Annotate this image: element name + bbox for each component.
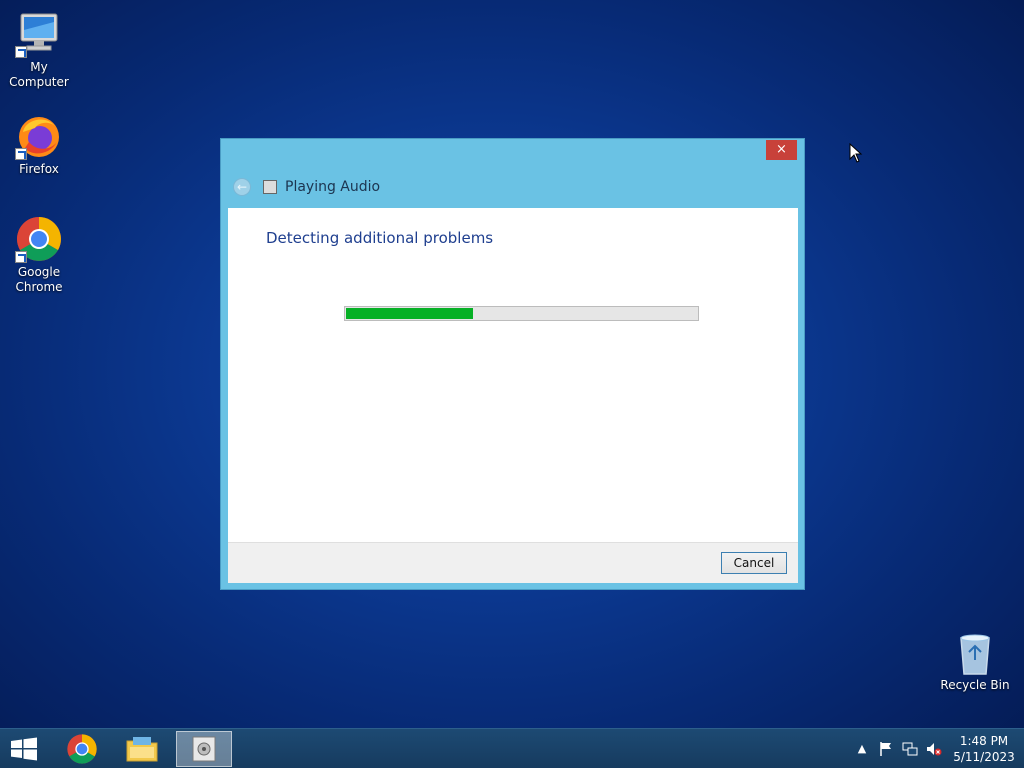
recycle-bin-icon: [955, 632, 995, 676]
shortcut-arrow-icon: [15, 251, 27, 263]
taskbar-file-explorer[interactable]: [114, 731, 170, 767]
chrome-icon: [67, 734, 97, 764]
clock-time: 1:48 PM: [959, 734, 1009, 748]
taskbar-troubleshooter[interactable]: [176, 731, 232, 767]
dialog-title-bar: ← Playing Audio: [233, 176, 380, 198]
progress-bar-fill: [346, 308, 473, 319]
desktop-icon-label: Recycle Bin: [940, 678, 1010, 692]
desktop-icon-label: Google Chrome: [15, 265, 63, 294]
back-arrow-icon[interactable]: ←: [233, 178, 251, 196]
shortcut-arrow-icon: [15, 46, 27, 58]
network-icon[interactable]: [902, 741, 918, 757]
progress-bar: [344, 306, 699, 321]
troubleshooter-icon: [263, 180, 277, 194]
computer-icon: [15, 10, 63, 58]
windows-logo-icon: [11, 737, 37, 761]
show-hidden-icons[interactable]: ▲: [854, 741, 870, 757]
troubleshooter-icon: [192, 736, 216, 762]
speaker-muted-icon[interactable]: [926, 741, 942, 757]
desktop-icon-my-computer[interactable]: My Computer: [0, 10, 78, 90]
start-button[interactable]: [8, 737, 40, 761]
desktop-icon-label: My Computer: [9, 60, 69, 89]
cancel-button[interactable]: Cancel: [721, 552, 787, 574]
clock-date: 5/11/2023: [953, 750, 1015, 764]
taskbar-chrome[interactable]: [54, 731, 110, 767]
desktop-icon-google-chrome[interactable]: Google Chrome: [0, 215, 78, 295]
status-heading: Detecting additional problems: [266, 229, 494, 247]
chrome-icon: [15, 215, 63, 263]
desktop-icon-firefox[interactable]: Firefox: [0, 112, 78, 177]
clock[interactable]: 1:48 PM 5/11/2023: [952, 733, 1016, 765]
firefox-icon: [15, 112, 63, 160]
close-button[interactable]: ×: [766, 140, 797, 160]
troubleshooter-dialog: × ← Playing Audio Detecting additional p…: [220, 138, 805, 590]
desktop-icon-label: Firefox: [19, 162, 59, 176]
dialog-title: Playing Audio: [285, 179, 381, 195]
dialog-content: Detecting additional problems: [228, 208, 798, 542]
taskbar: ▲ 1:48 PM 5/11/2023: [0, 728, 1024, 768]
mouse-cursor-icon: [849, 143, 863, 163]
system-tray: ▲ 1:48 PM 5/11/2023: [850, 729, 1024, 768]
action-center-flag-icon[interactable]: [878, 741, 894, 757]
desktop-icon-recycle-bin[interactable]: Recycle Bin: [936, 632, 1014, 693]
shortcut-arrow-icon: [15, 148, 27, 160]
dialog-footer: Cancel: [228, 542, 798, 583]
file-explorer-icon: [126, 737, 158, 762]
